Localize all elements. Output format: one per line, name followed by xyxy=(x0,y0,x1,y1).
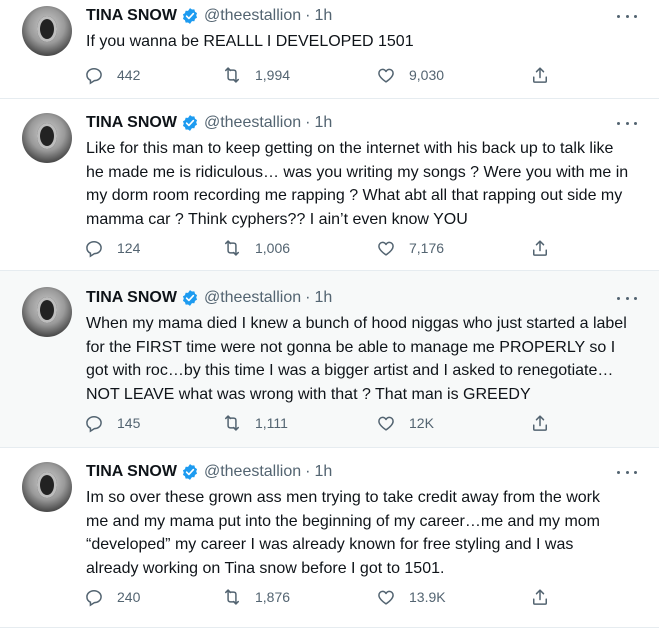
like-count: 13.9K xyxy=(409,589,446,605)
reply-button[interactable]: 124 xyxy=(84,237,140,259)
handle[interactable]: @theestallion xyxy=(204,463,301,481)
avatar[interactable] xyxy=(22,113,72,163)
timestamp[interactable]: 1h xyxy=(314,289,332,307)
handle[interactable]: @theestallion xyxy=(204,289,301,307)
timestamp[interactable]: 1h xyxy=(314,114,332,132)
verified-badge-icon xyxy=(182,115,198,131)
tweet-actions: 240 1,876 13.9K xyxy=(84,586,564,608)
display-name[interactable]: TINA SNOW xyxy=(86,289,177,307)
more-options-icon[interactable] xyxy=(617,467,637,477)
tweet-header: TINA SNOW @theestallion · 1h xyxy=(86,112,332,134)
verified-badge-icon xyxy=(182,290,198,306)
share-button[interactable] xyxy=(530,586,550,608)
separator-dot: · xyxy=(305,463,311,480)
reply-icon xyxy=(86,589,102,607)
tweet[interactable]: TINA SNOW @theestallion · 1h When my mam… xyxy=(0,271,659,448)
reply-count: 442 xyxy=(117,67,141,83)
reply-button[interactable]: 145 xyxy=(84,412,140,434)
retweet-count: 1,111 xyxy=(255,415,288,431)
separator-dot: · xyxy=(305,7,311,24)
reply-count: 124 xyxy=(117,240,141,256)
separator-dot: · xyxy=(305,114,311,131)
more-options-icon[interactable] xyxy=(617,11,637,21)
tweet-actions: 145 1,111 12K xyxy=(84,412,564,434)
tweet-actions: 124 1,006 7,176 xyxy=(84,237,564,259)
like-count: 7,176 xyxy=(409,240,445,256)
retweet-count: 1,876 xyxy=(255,589,291,605)
retweet-button[interactable]: 1,111 xyxy=(222,412,288,434)
tweet[interactable]: TINA SNOW @theestallion · 1h Im so over … xyxy=(0,448,659,628)
like-icon xyxy=(378,416,394,431)
retweet-icon xyxy=(225,415,239,431)
tweet[interactable]: TINA SNOW @theestallion · 1h Like for th… xyxy=(0,99,659,271)
reply-icon xyxy=(86,240,102,258)
like-button[interactable]: 7,176 xyxy=(376,237,444,259)
handle[interactable]: @theestallion xyxy=(204,7,301,25)
avatar[interactable] xyxy=(22,6,72,56)
timestamp[interactable]: 1h xyxy=(314,7,332,25)
like-count: 9,030 xyxy=(409,67,445,83)
tweet-text: Like for this man to keep getting on the… xyxy=(86,140,629,229)
retweet-count: 1,994 xyxy=(255,67,291,83)
tweet[interactable]: TINA SNOW @theestallion · 1h If you wann… xyxy=(0,0,659,99)
retweet-icon xyxy=(225,67,239,83)
avatar[interactable] xyxy=(22,462,72,512)
like-button[interactable]: 13.9K xyxy=(376,586,446,608)
retweet-button[interactable]: 1,876 xyxy=(222,586,290,608)
share-icon xyxy=(533,415,547,431)
like-button[interactable]: 12K xyxy=(376,412,434,434)
retweet-button[interactable]: 1,994 xyxy=(222,64,290,86)
display-name[interactable]: TINA SNOW xyxy=(86,463,177,481)
tweet-actions: 442 1,994 9,030 xyxy=(84,64,564,86)
share-button[interactable] xyxy=(530,412,550,434)
retweet-button[interactable]: 1,006 xyxy=(222,237,290,259)
tweet-text: Im so over these grown ass men trying to… xyxy=(86,489,600,578)
retweet-count: 1,006 xyxy=(255,240,291,256)
tweet-text: If you wanna be REALLL I DEVELOPED 1501 xyxy=(86,33,414,50)
reply-count: 145 xyxy=(117,415,141,431)
verified-badge-icon xyxy=(182,8,198,24)
tweet-header: TINA SNOW @theestallion · 1h xyxy=(86,5,332,27)
reply-button[interactable]: 442 xyxy=(84,64,140,86)
share-icon xyxy=(533,589,547,605)
like-icon xyxy=(378,68,394,83)
share-button[interactable] xyxy=(530,64,550,86)
share-icon xyxy=(533,240,547,256)
like-icon xyxy=(378,241,394,256)
like-button[interactable]: 9,030 xyxy=(376,64,444,86)
verified-badge-icon xyxy=(182,464,198,480)
handle[interactable]: @theestallion xyxy=(204,114,301,132)
reply-count: 240 xyxy=(117,589,141,605)
reply-icon xyxy=(86,415,102,433)
like-icon xyxy=(378,590,394,605)
tweet-text: When my mama died I knew a bunch of hood… xyxy=(86,315,627,404)
tweet-header: TINA SNOW @theestallion · 1h xyxy=(86,287,332,309)
display-name[interactable]: TINA SNOW xyxy=(86,7,177,25)
separator-dot: · xyxy=(305,289,311,306)
share-button[interactable] xyxy=(530,237,550,259)
reply-button[interactable]: 240 xyxy=(84,586,140,608)
share-icon xyxy=(533,67,547,83)
timestamp[interactable]: 1h xyxy=(314,463,332,481)
more-options-icon[interactable] xyxy=(617,293,637,303)
tweet-header: TINA SNOW @theestallion · 1h xyxy=(86,461,332,483)
more-options-icon[interactable] xyxy=(617,118,637,128)
like-count: 12K xyxy=(409,415,434,431)
reply-icon xyxy=(86,67,102,85)
display-name[interactable]: TINA SNOW xyxy=(86,114,177,132)
avatar[interactable] xyxy=(22,287,72,337)
retweet-icon xyxy=(225,589,239,605)
retweet-icon xyxy=(225,240,239,256)
